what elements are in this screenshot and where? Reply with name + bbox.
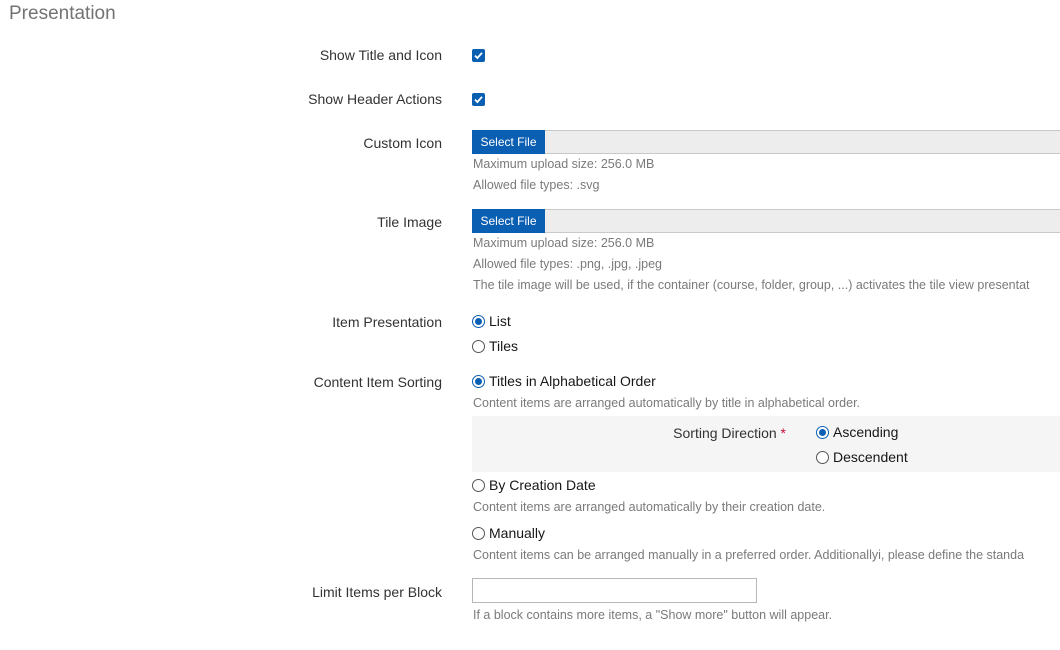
item-presentation-list-radio[interactable] (472, 315, 485, 328)
custom-icon-file-types: Allowed file types: .svg (473, 178, 600, 192)
sorting-creation-date-help: Content items are arranged automatically… (473, 500, 826, 514)
item-presentation-label: Item Presentation (332, 314, 442, 330)
custom-icon-select-file-button[interactable]: Select File (472, 130, 545, 154)
tile-image-max-size: Maximum upload size: 256.0 MB (473, 236, 655, 250)
item-presentation-tiles-label[interactable]: Tiles (489, 338, 518, 354)
sorting-ascending-radio[interactable] (816, 426, 829, 439)
sorting-alphabetical-help: Content items are arranged automatically… (473, 396, 861, 410)
custom-icon-max-size: Maximum upload size: 256.0 MB (473, 157, 655, 171)
required-mark: * (780, 425, 786, 441)
sorting-manually-help: Content items can be arranged manually i… (473, 548, 1025, 562)
sorting-descendent-radio[interactable] (816, 451, 829, 464)
check-icon (474, 52, 483, 60)
sorting-descendent-label[interactable]: Descendent (833, 449, 908, 465)
tile-image-info: The tile image will be used, if the cont… (473, 278, 1030, 292)
tile-image-select-file-button[interactable]: Select File (472, 209, 545, 233)
sorting-creation-date-radio[interactable] (472, 479, 485, 492)
tile-image-file-dropzone[interactable]: Select File (472, 209, 1060, 233)
sorting-ascending-label[interactable]: Ascending (833, 424, 898, 440)
content-sorting-label: Content Item Sorting (313, 374, 442, 390)
sorting-direction-label: Sorting Direction * (673, 425, 786, 441)
show-title-icon-label: Show Title and Icon (319, 47, 442, 63)
tile-image-file-types: Allowed file types: .png, .jpg, .jpeg (473, 257, 663, 271)
sorting-manually-radio[interactable] (472, 527, 485, 540)
item-presentation-tiles-radio[interactable] (472, 340, 485, 353)
limit-items-label: Limit Items per Block (312, 584, 442, 600)
custom-icon-file-dropzone[interactable]: Select File (472, 130, 1060, 154)
tile-image-label: Tile Image (377, 214, 442, 230)
show-title-icon-checkbox[interactable] (472, 49, 485, 62)
item-presentation-list-label[interactable]: List (489, 313, 511, 329)
sorting-alphabetical-radio[interactable] (472, 375, 485, 388)
sorting-alphabetical-label[interactable]: Titles in Alphabetical Order (489, 373, 656, 389)
limit-items-help: If a block contains more items, a "Show … (473, 608, 833, 622)
sorting-manually-label[interactable]: Manually (489, 525, 545, 541)
show-header-actions-checkbox[interactable] (472, 93, 485, 106)
check-icon (474, 96, 483, 104)
limit-items-input[interactable] (472, 578, 757, 603)
show-header-actions-label: Show Header Actions (308, 91, 442, 107)
sorting-creation-date-label[interactable]: By Creation Date (489, 477, 596, 493)
section-title: Presentation (9, 3, 116, 24)
custom-icon-label: Custom Icon (363, 135, 442, 151)
